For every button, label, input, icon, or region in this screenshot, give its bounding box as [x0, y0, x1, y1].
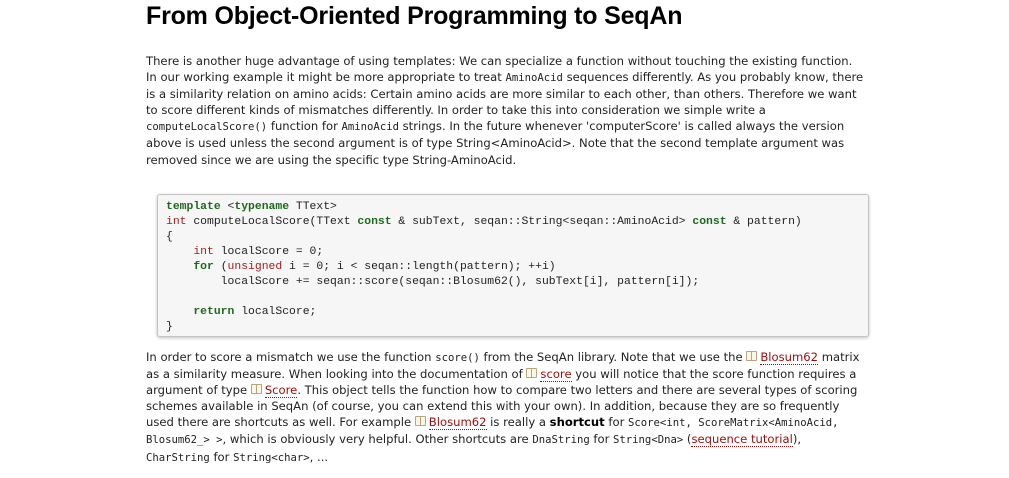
book-icon [414, 416, 426, 427]
inline-code: AminoAcid [341, 121, 399, 134]
text: for [209, 449, 234, 464]
code-text: localScore += seqan::score(seqan::Blosum… [166, 276, 700, 288]
code-type: int [166, 216, 187, 228]
code-text: computeLocalScore(TText [186, 216, 358, 228]
inline-code: computeLocalScore() [146, 121, 268, 134]
code-text: { [166, 231, 173, 243]
inline-code: String<char> [233, 451, 310, 464]
text: In order to score a mismatch we use the … [146, 350, 436, 364]
code-keyword: return [193, 306, 235, 318]
code-text: i = 0; i < seqan::length(pattern); ++i) [282, 261, 556, 273]
text: from the SeqAn library. Note that we use… [479, 350, 747, 364]
code-text: < [220, 201, 235, 213]
text: , ... [309, 449, 329, 464]
book-icon [526, 368, 538, 379]
text: function for [267, 119, 342, 134]
link-score-class[interactable]: Score [264, 383, 298, 399]
book-icon [250, 384, 262, 395]
code-block: template <typename TText> int computeLoc… [157, 194, 869, 337]
code-text: & subText, seqan::String<seqan::AminoAci… [391, 216, 693, 228]
code-text: } [166, 321, 173, 333]
code-text: localScore; [234, 306, 317, 318]
code-text: localScore = 0; [213, 246, 324, 258]
text: ), [792, 432, 802, 447]
code-keyword: template [166, 201, 221, 213]
text: for [604, 415, 629, 430]
page-title: From Object-Oriented Programming to SeqA… [146, 2, 683, 30]
inline-code: score() [435, 352, 480, 364]
text: is really a [486, 415, 550, 430]
code-keyword: const [357, 216, 392, 228]
text: , which is obviously very helpful. Other… [222, 432, 533, 447]
book-icon [746, 351, 758, 361]
code-text: ( [213, 261, 228, 273]
code-type: int [193, 246, 214, 258]
code-keyword: typename [234, 201, 290, 213]
scoring-paragraph: In order to score a mismatch we use the … [146, 349, 866, 466]
code-listing: template <typename TText> int computeLoc… [158, 195, 868, 335]
link-sequence-tutorial[interactable]: sequence tutorial [691, 432, 793, 448]
code-text: & pattern) [726, 216, 802, 228]
inline-code: String<Dna> [613, 434, 684, 447]
code-keyword: const [692, 216, 727, 228]
emphasis: shortcut [549, 415, 605, 430]
inline-code: CharString [146, 451, 210, 464]
text: for [589, 432, 614, 447]
inline-code: AminoAcid [505, 72, 563, 85]
code-type: unsigned [227, 261, 283, 273]
intro-paragraph: There is another huge advantage of using… [146, 53, 866, 168]
code-text: TText> [289, 201, 337, 213]
link-blosum62-shortcut[interactable]: Blosum62 [428, 415, 487, 431]
code-keyword: for [193, 261, 214, 273]
link-blosum62[interactable]: Blosum62 [760, 350, 819, 365]
inline-code: DnaString [532, 434, 590, 447]
link-score[interactable]: score [540, 367, 572, 383]
